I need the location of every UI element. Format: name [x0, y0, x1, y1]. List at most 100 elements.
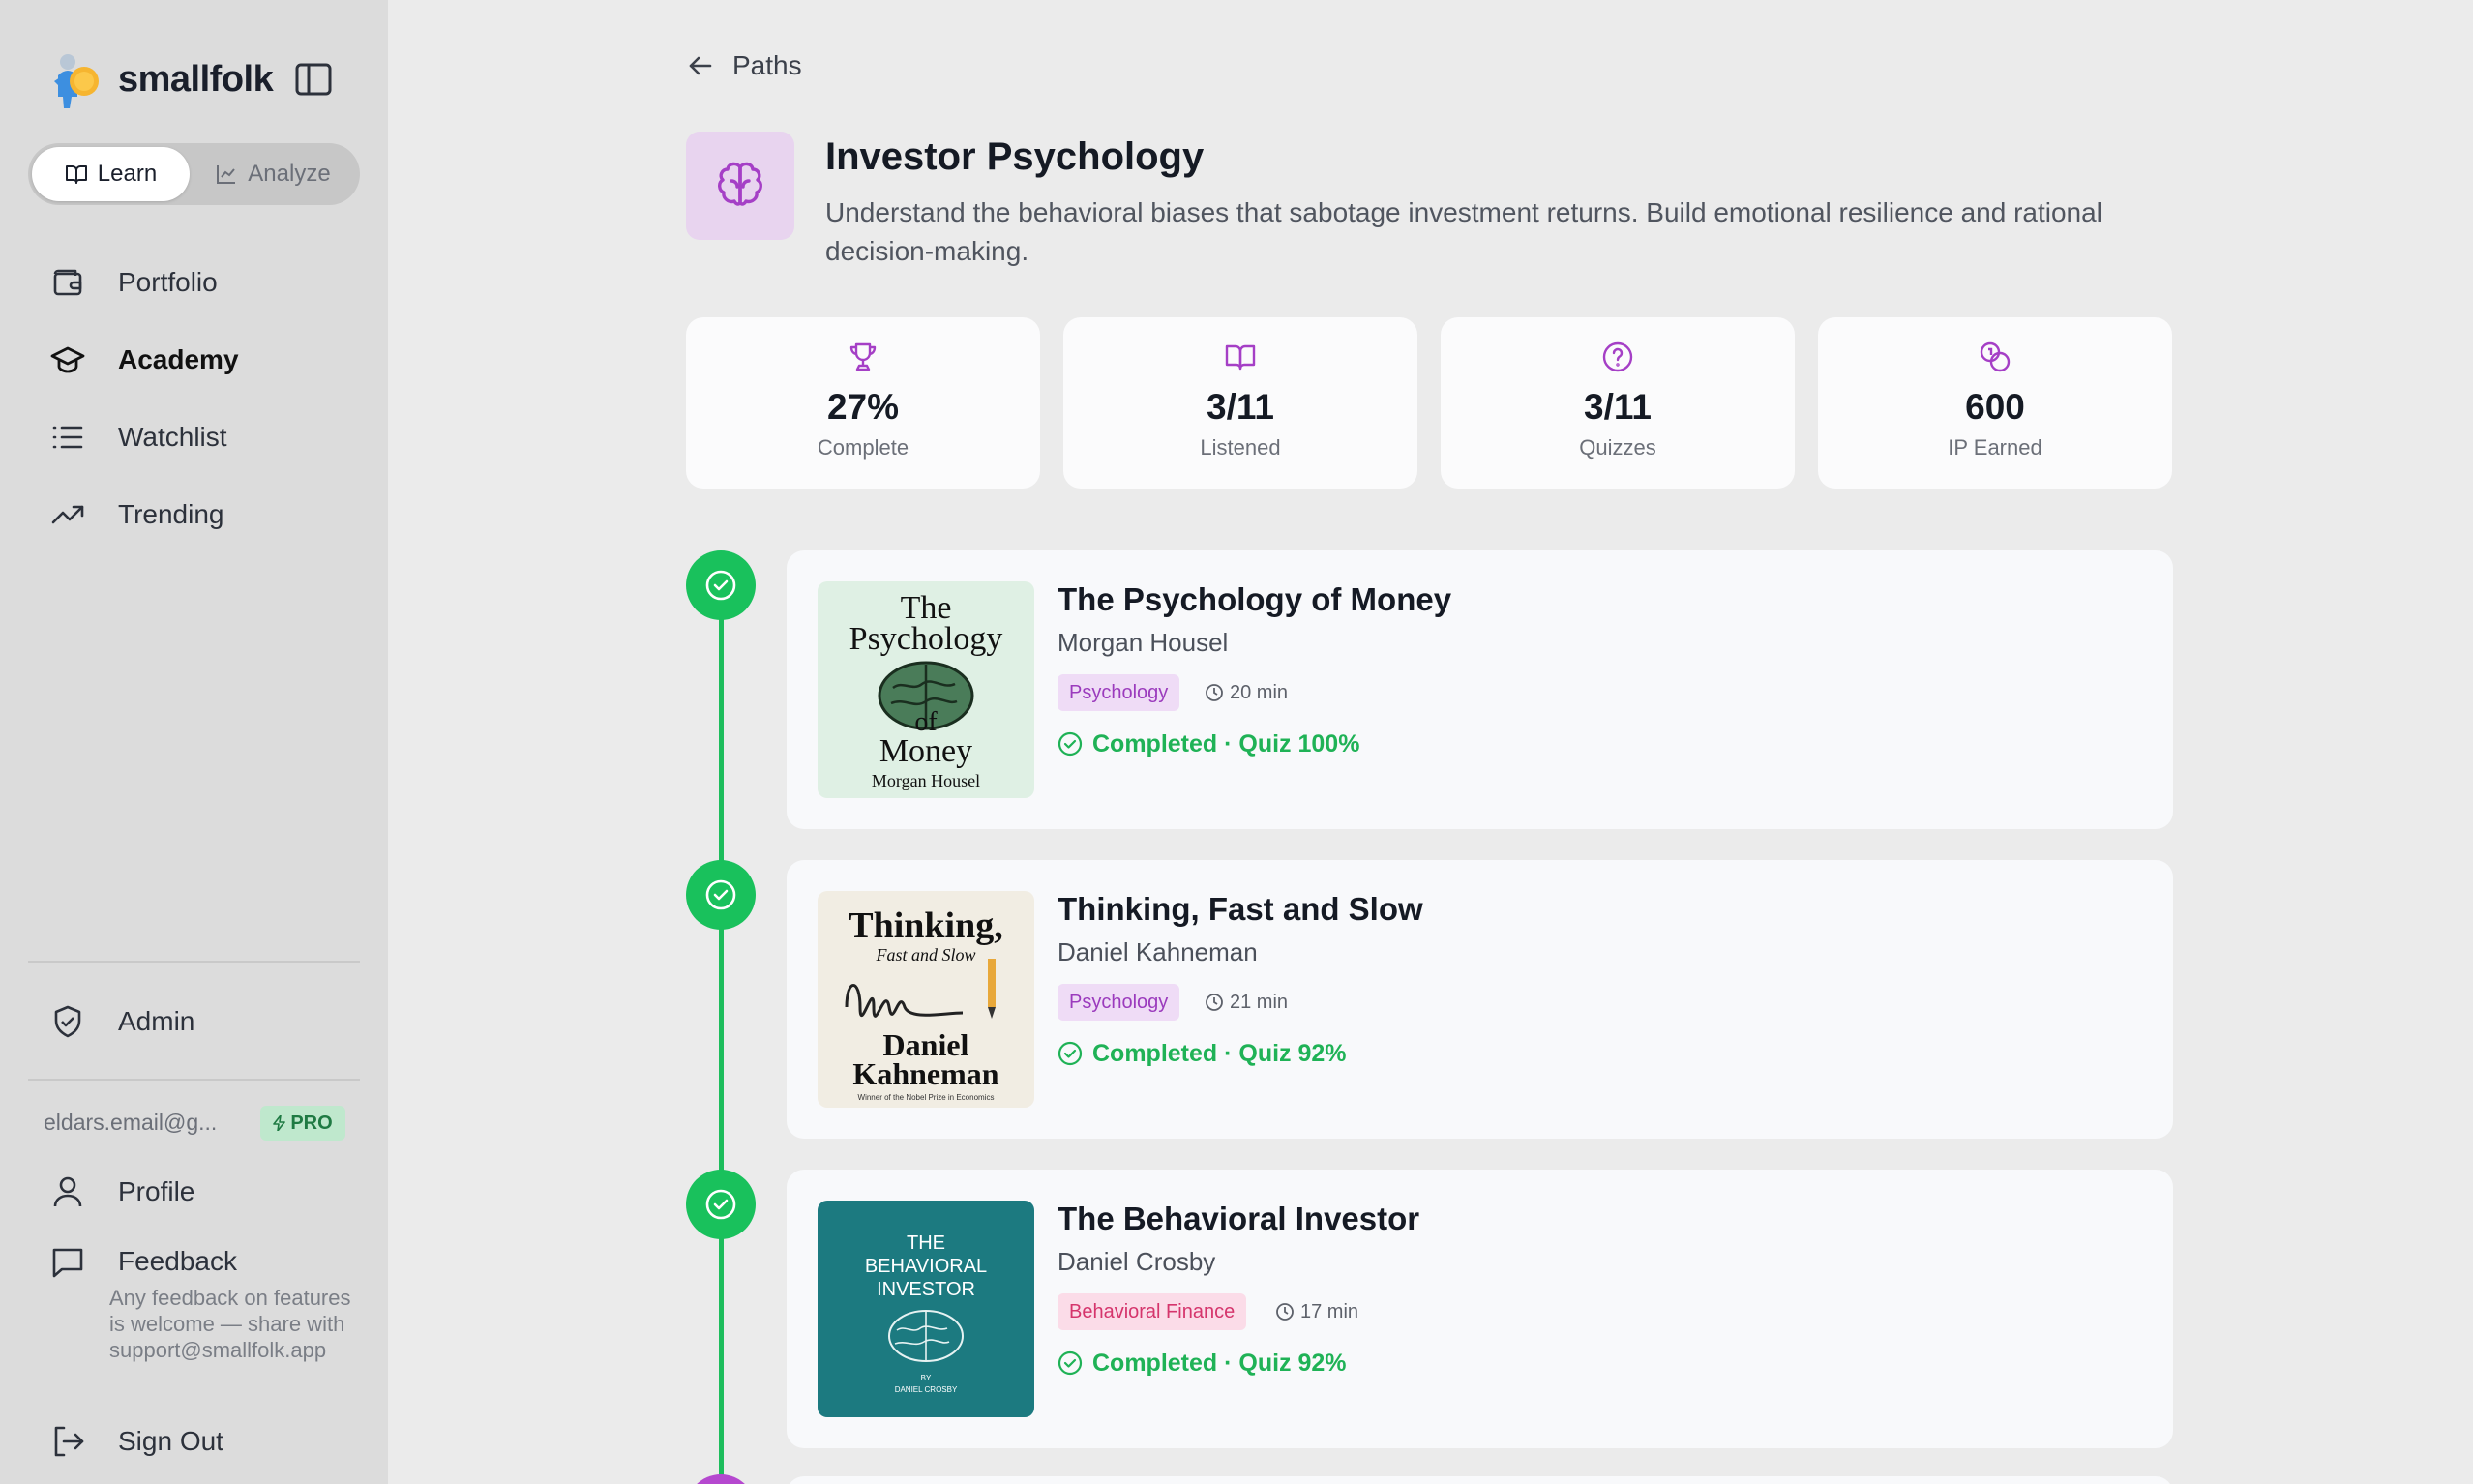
- graduation-cap-icon: [50, 346, 85, 373]
- completion-status: Completed · Quiz 92%: [1058, 1346, 1347, 1380]
- nav-item-admin[interactable]: Admin: [50, 998, 194, 1045]
- stat-label: IP Earned: [1948, 435, 2042, 460]
- timeline-connector: [719, 619, 724, 868]
- timeline-connector: [719, 929, 724, 1177]
- check-circle-icon: [1058, 731, 1083, 757]
- check-circle-icon: [1058, 1350, 1083, 1376]
- book-author: Morgan Housel: [1058, 628, 1229, 657]
- nav-label-watchlist: Watchlist: [118, 422, 227, 452]
- nav-item-profile[interactable]: Profile: [50, 1169, 194, 1215]
- timeline-connector: [719, 1238, 724, 1484]
- brain-icon: [718, 162, 762, 206]
- pro-badge: PRO: [260, 1106, 345, 1141]
- stat-value: 3/11: [1207, 387, 1274, 427]
- duration: 21 min: [1205, 988, 1288, 1017]
- path-title: Investor Psychology: [825, 135, 1205, 178]
- completion-status: Completed · Quiz 92%: [1058, 1036, 1347, 1071]
- sidebar: smallfolk Learn Analyze Portfolio Academ…: [0, 0, 388, 1484]
- completion-status: Completed · Quiz 100%: [1058, 727, 1359, 761]
- message-square-icon: [52, 1248, 83, 1278]
- line-chart-icon: [217, 165, 236, 184]
- nav-label-portfolio: Portfolio: [118, 267, 218, 297]
- check-circle-icon: [705, 879, 736, 910]
- feedback-note: Any feedback on features is welcome — sh…: [109, 1286, 351, 1362]
- sidebar-toggle-icon[interactable]: [294, 62, 333, 97]
- duration: 20 min: [1205, 678, 1288, 707]
- lightning-icon: [273, 1115, 286, 1131]
- nav-label-admin: Admin: [118, 1006, 195, 1036]
- step-complete-indicator: [686, 860, 756, 930]
- stat-label: Quizzes: [1579, 435, 1656, 460]
- analyze-mode-label: Analyze: [248, 161, 331, 187]
- sidebar-divider: [28, 1079, 360, 1081]
- stat-value: 3/11: [1584, 387, 1652, 427]
- sidebar-divider: [28, 961, 360, 963]
- nav-label-feedback: Feedback: [118, 1246, 237, 1276]
- learn-mode-label: Learn: [97, 161, 158, 187]
- nav-item-feedback[interactable]: Feedback: [50, 1238, 237, 1285]
- stat-card-ip-earned: 600 IP Earned: [1818, 317, 2172, 489]
- book-card[interactable]: Thinking, Fast and Slow Daniel Kahneman …: [787, 860, 2173, 1139]
- cover-text: INVESTOR: [877, 1279, 975, 1300]
- nav-item-portfolio[interactable]: Portfolio: [50, 259, 218, 306]
- learn-mode-button[interactable]: Learn: [32, 147, 190, 201]
- cover-text: BY: [921, 1374, 932, 1382]
- step-indicator: [686, 1474, 756, 1484]
- cover-text: Thinking,: [849, 905, 1003, 946]
- book-title: The Psychology of Money: [1058, 581, 1452, 617]
- status-text: Completed · Quiz 92%: [1092, 1349, 1347, 1377]
- help-circle-icon: [1602, 341, 1633, 372]
- wallet-icon: [53, 269, 82, 296]
- analyze-mode-button[interactable]: Analyze: [190, 147, 356, 201]
- stat-card-listened: 3/11 Listened: [1063, 317, 1417, 489]
- cover-text: BEHAVIORAL: [865, 1256, 987, 1277]
- smallfolk-logo-icon: [54, 54, 99, 108]
- cover-text: DANIEL CROSBY: [895, 1385, 958, 1394]
- sign-out-button[interactable]: Sign Out: [50, 1418, 223, 1465]
- book-title: The Behavioral Investor: [1058, 1201, 1420, 1236]
- check-circle-icon: [705, 1189, 736, 1220]
- book-card[interactable]: The Psychology of Money Morgan Housel Th…: [787, 550, 2173, 829]
- stat-label: Complete: [817, 435, 909, 460]
- arrow-left-icon: [689, 56, 712, 75]
- stat-value: 27%: [826, 387, 900, 427]
- brand[interactable]: smallfolk: [48, 48, 274, 110]
- book-open-icon: [65, 165, 87, 184]
- nav-item-academy[interactable]: Academy: [50, 337, 239, 383]
- duration-text: 17 min: [1300, 1300, 1359, 1322]
- step-complete-indicator: [686, 550, 756, 620]
- path-icon: [686, 132, 794, 240]
- book-title: Thinking, Fast and Slow: [1058, 891, 1423, 927]
- app-name: smallfolk: [118, 58, 274, 100]
- status-text: Completed · Quiz 92%: [1092, 1039, 1347, 1067]
- check-circle-icon: [1058, 1041, 1083, 1066]
- nav-item-watchlist[interactable]: Watchlist: [50, 414, 227, 460]
- list-icon: [52, 426, 83, 449]
- cover-text: THE: [907, 1232, 945, 1254]
- book-author: Daniel Kahneman: [1058, 937, 1258, 966]
- log-out-icon: [54, 1426, 84, 1457]
- cover-text: Psychology: [849, 621, 1003, 657]
- book-cover: The Psychology of Money Morgan Housel: [818, 581, 1034, 798]
- book-cover: Thinking, Fast and Slow Daniel Kahneman …: [818, 891, 1034, 1108]
- book-card[interactable]: THE BEHAVIORAL INVESTOR BY DANIEL CROSBY…: [787, 1170, 2173, 1448]
- trending-up-icon: [51, 505, 84, 524]
- plan-label: PRO: [290, 1112, 333, 1134]
- book-card[interactable]: [787, 1476, 2173, 1484]
- nav-item-trending[interactable]: Trending: [50, 491, 223, 538]
- check-circle-icon: [705, 570, 736, 601]
- stat-card-quizzes: 3/11 Quizzes: [1441, 317, 1795, 489]
- clock-icon: [1276, 1303, 1294, 1321]
- stat-value: 600: [1965, 387, 2025, 427]
- back-to-paths-link[interactable]: Paths: [686, 48, 802, 83]
- cover-text: Fast and Slow: [875, 945, 975, 965]
- coins-icon: [1980, 341, 2011, 372]
- step-complete-indicator: [686, 1170, 756, 1239]
- stat-card-complete: 27% Complete: [686, 317, 1040, 489]
- clock-icon: [1206, 994, 1223, 1011]
- category-tag: Psychology: [1058, 984, 1180, 1021]
- nav-label-academy: Academy: [118, 344, 239, 374]
- book-cover: THE BEHAVIORAL INVESTOR BY DANIEL CROSBY: [818, 1201, 1034, 1417]
- clock-icon: [1206, 684, 1223, 701]
- book-open-icon: [1225, 344, 1256, 371]
